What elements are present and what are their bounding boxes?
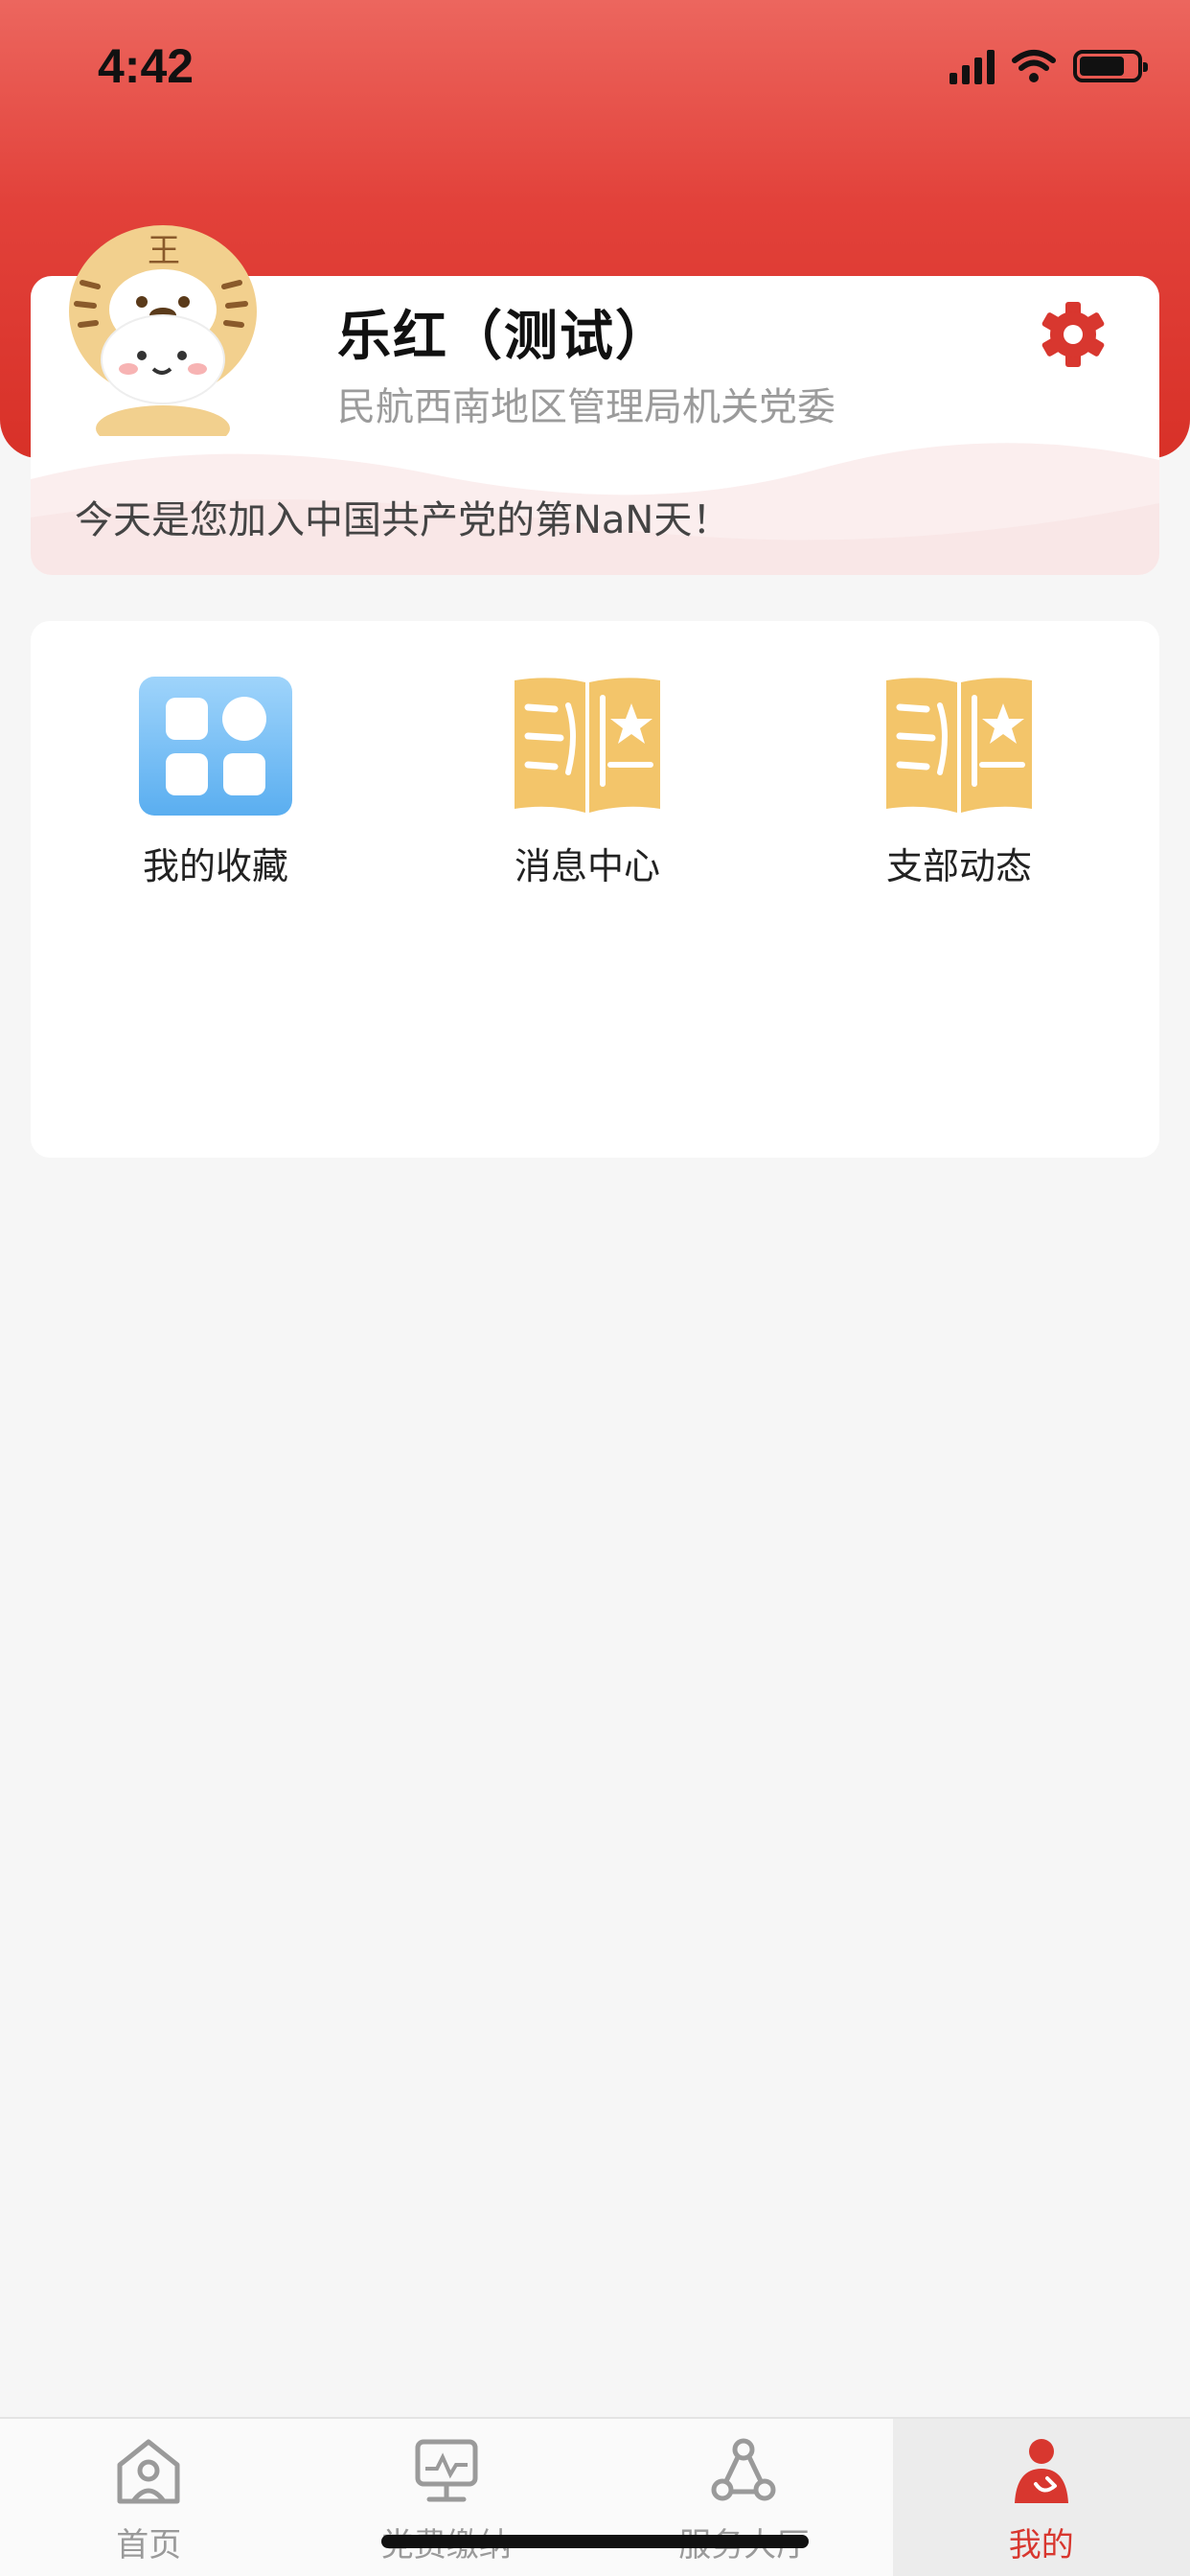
- status-bar: 4:42: [0, 0, 1190, 134]
- tab-home[interactable]: 首页: [0, 2419, 298, 2576]
- profile-page: 4:42 王 乐红（测试） 民航西南地区管理局机关党委 今天是您加入中国共产党的…: [0, 0, 1190, 2576]
- menu-label-favorites: 我的收藏: [142, 845, 288, 887]
- menu-item-favorites[interactable]: 我的收藏: [96, 677, 335, 889]
- svg-text:王: 王: [148, 232, 180, 270]
- menu-item-messages[interactable]: 消息中心: [468, 677, 707, 889]
- avatar[interactable]: 王: [48, 216, 278, 436]
- book-icon: [886, 678, 1032, 813]
- user-organization: 民航西南地区管理局机关党委: [337, 385, 835, 429]
- status-icons: [950, 48, 1148, 84]
- tab-label-home: 首页: [116, 2526, 182, 2564]
- cellular-signal-icon: [950, 48, 995, 84]
- menu-item-branch-news[interactable]: 支部动态: [839, 677, 1079, 889]
- join-days-message: 今天是您加入中国共产党的第NaN天！: [75, 498, 731, 542]
- tab-label-mine: 我的: [1008, 2526, 1074, 2564]
- tab-party-fee[interactable]: 党费缴纳: [298, 2419, 596, 2576]
- wifi-icon: [1012, 50, 1056, 82]
- tab-mine[interactable]: 我的: [892, 2419, 1190, 2576]
- bottom-tab-bar: 首页 党费缴纳 服务大厅 我的: [0, 2417, 1190, 2576]
- book-icon: [515, 678, 660, 813]
- tab-service-hall[interactable]: 服务大厅: [595, 2419, 893, 2576]
- status-time: 4:42: [98, 39, 195, 93]
- user-name: 乐红（测试）: [337, 306, 671, 368]
- menu-label-branch-news: 支部动态: [885, 845, 1032, 887]
- monitor-icon: [415, 2439, 478, 2502]
- settings-gear-icon[interactable]: [1040, 301, 1107, 368]
- network-icon: [711, 2438, 776, 2501]
- person-icon: [1014, 2439, 1068, 2503]
- grid-icon: [139, 677, 292, 816]
- menu-label-messages: 消息中心: [514, 845, 660, 887]
- home-icon: [117, 2439, 180, 2504]
- battery-icon: [1073, 50, 1148, 82]
- home-indicator[interactable]: [381, 2535, 809, 2548]
